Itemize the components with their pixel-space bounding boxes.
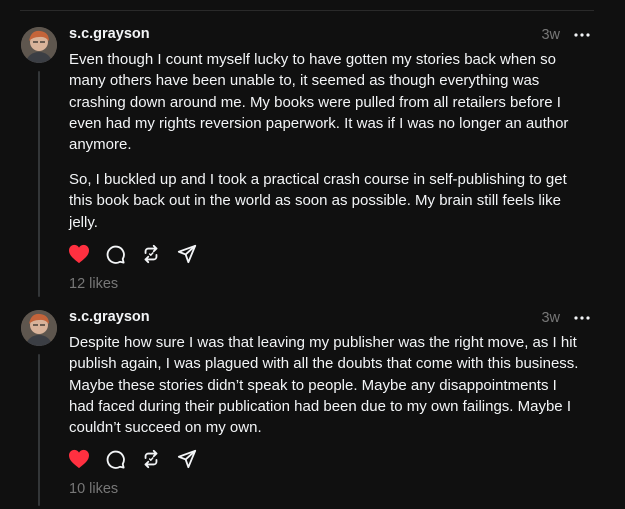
top-divider (20, 10, 594, 11)
post-paragraph: Despite how sure I was that leaving my p… (69, 334, 579, 437)
timestamp: 3w (541, 310, 560, 326)
thread-post: s.c.grayson 3w Even though I count mysel… (0, 23, 625, 298)
comment-icon (105, 449, 125, 474)
timestamp: 3w (541, 27, 560, 43)
thread-post: s.c.grayson 3w Despite how sure I was th… (0, 306, 625, 509)
repost-icon (141, 244, 161, 269)
more-options-icon[interactable] (573, 309, 591, 327)
share-button[interactable] (175, 449, 199, 473)
comment-button[interactable] (103, 244, 127, 268)
comment-button[interactable] (103, 449, 127, 473)
repost-button[interactable] (139, 449, 163, 473)
avatar[interactable] (21, 27, 57, 63)
like-button[interactable] (67, 449, 91, 473)
post-text: Despite how sure I was that leaving my p… (69, 332, 584, 438)
post-paragraph: Even though I count myself lucky to have… (69, 51, 569, 154)
repost-icon (141, 449, 161, 474)
post-paragraph: So, I buckled up and I took a practical … (69, 171, 567, 231)
like-count[interactable]: 12 likes (69, 275, 118, 293)
thread-line (38, 71, 40, 297)
heart-icon (68, 244, 90, 269)
post-text: Even though I count myself lucky to have… (69, 49, 584, 155)
post-actions (67, 449, 211, 473)
post-actions (67, 244, 211, 268)
like-button[interactable] (67, 244, 91, 268)
repost-button[interactable] (139, 244, 163, 268)
post-text: So, I buckled up and I took a practical … (69, 169, 584, 233)
like-count[interactable]: 10 likes (69, 480, 118, 498)
comment-icon (105, 244, 125, 269)
heart-icon (68, 449, 90, 474)
more-options-icon[interactable] (573, 26, 591, 44)
username[interactable]: s.c.grayson (69, 25, 150, 43)
username[interactable]: s.c.grayson (69, 308, 150, 326)
share-icon (177, 449, 197, 474)
share-button[interactable] (175, 244, 199, 268)
thread-line (38, 354, 40, 506)
avatar[interactable] (21, 310, 57, 346)
share-icon (177, 244, 197, 269)
